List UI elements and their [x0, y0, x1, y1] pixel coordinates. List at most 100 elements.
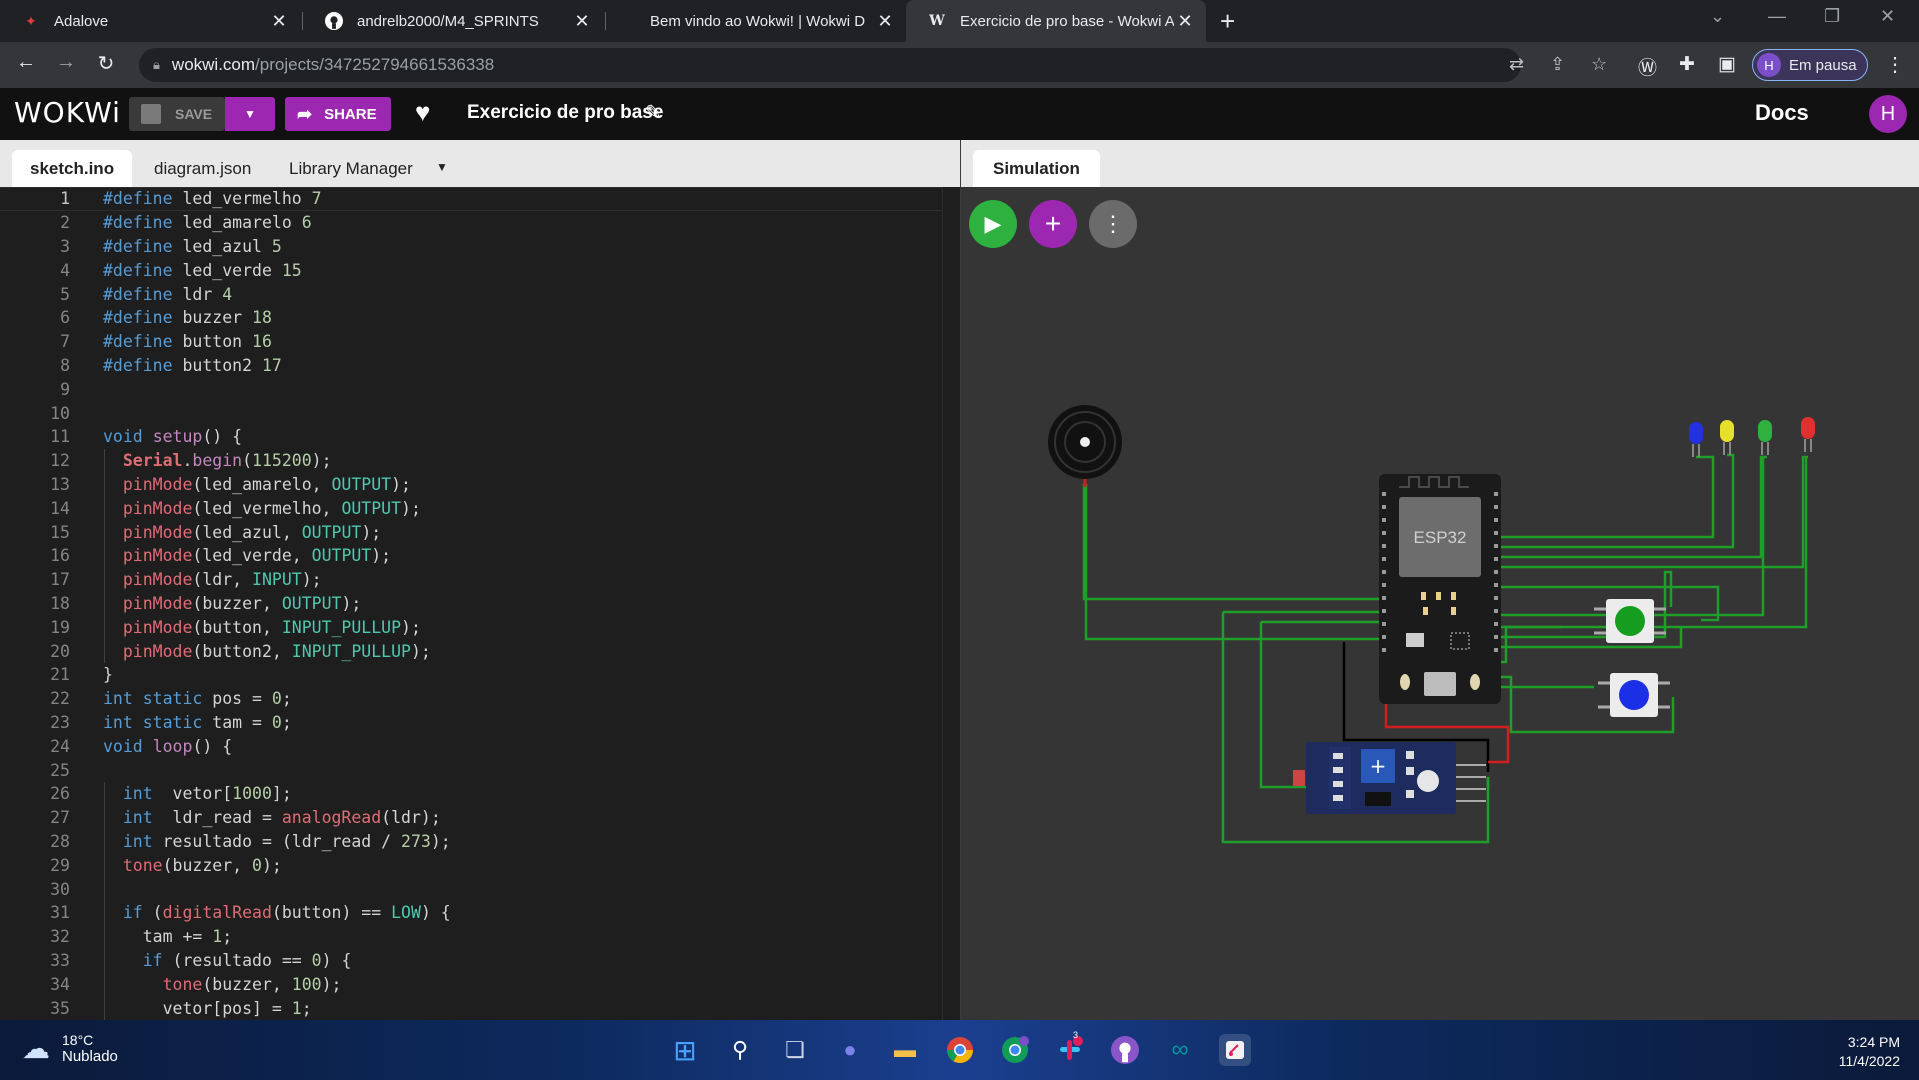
- code-text[interactable]: #define led_verde 15: [103, 261, 302, 280]
- code-text[interactable]: #define ldr 4: [103, 285, 232, 304]
- code-text[interactable]: #define buzzer 18: [103, 308, 272, 327]
- chrome-profile-icon[interactable]: [999, 1034, 1031, 1066]
- code-text[interactable]: #define led_vermelho 7: [103, 189, 322, 208]
- code-line[interactable]: 1 #define led_vermelho 7: [0, 187, 942, 211]
- browser-tab-wokwi-project[interactable]: W Exercicio de pro base - Wokwi Ar ✕: [906, 0, 1206, 42]
- arduino-icon[interactable]: ∞: [1164, 1034, 1196, 1066]
- tab-library-manager[interactable]: Library Manager: [271, 150, 431, 187]
- code-text[interactable]: pinMode(ldr, INPUT);: [103, 570, 322, 589]
- code-line[interactable]: 4 #define led_verde 15: [0, 258, 942, 282]
- teams-chat-icon[interactable]: ●: [834, 1034, 866, 1066]
- code-line[interactable]: 25: [0, 758, 942, 782]
- code-line[interactable]: 31 if (digitalRead(button) == LOW) {: [0, 901, 942, 925]
- minimize-button[interactable]: —: [1768, 6, 1786, 27]
- code-text[interactable]: int ldr_read = analogRead(ldr);: [103, 808, 441, 827]
- wokwi-extension-icon[interactable]: Ⓦ: [1638, 53, 1657, 80]
- code-line[interactable]: 26 int vetor[1000];: [0, 782, 942, 806]
- led-green[interactable]: [1758, 420, 1772, 455]
- code-text[interactable]: #define button2 17: [103, 356, 282, 375]
- search-icon[interactable]: ⚲: [724, 1034, 756, 1066]
- browser-tab-github[interactable]: andrelb2000/M4_SPRINTS ✕: [303, 0, 603, 42]
- code-text[interactable]: pinMode(led_amarelo, OUTPUT);: [103, 475, 411, 494]
- side-panel-icon[interactable]: ▣: [1718, 53, 1736, 76]
- code-line[interactable]: 12 Serial.begin(115200);: [0, 449, 942, 473]
- code-line[interactable]: 35 vetor[pos] = 1;: [0, 996, 942, 1020]
- code-line[interactable]: 22 int static pos = 0;: [0, 687, 942, 711]
- code-text[interactable]: #define led_azul 5: [103, 237, 282, 256]
- code-line[interactable]: 32 tam += 1;: [0, 925, 942, 949]
- code-line[interactable]: 3 #define led_azul 5: [0, 235, 942, 259]
- code-text[interactable]: tone(buzzer, 0);: [103, 856, 282, 875]
- esp32-board[interactable]: ESP32: [1379, 474, 1501, 704]
- code-text[interactable]: pinMode(led_verde, OUTPUT);: [103, 546, 391, 565]
- code-line[interactable]: 28 int resultado = (ldr_read / 273);: [0, 830, 942, 854]
- save-button[interactable]: SAVE: [129, 97, 225, 131]
- browser-menu-icon[interactable]: ⋮: [1885, 52, 1905, 77]
- code-line[interactable]: 15 pinMode(led_azul, OUTPUT);: [0, 520, 942, 544]
- project-title[interactable]: Exercicio de pro base: [467, 102, 663, 124]
- tab-diagram-json[interactable]: diagram.json: [136, 150, 269, 187]
- back-button[interactable]: ←: [12, 51, 40, 74]
- code-text[interactable]: pinMode(led_azul, OUTPUT);: [103, 523, 381, 542]
- slack-icon[interactable]: 3: [1054, 1030, 1086, 1066]
- code-line[interactable]: 13 pinMode(led_amarelo, OUTPUT);: [0, 473, 942, 497]
- simulation-canvas[interactable]: ▶ + ⋮ ESP32 +: [961, 187, 1919, 1020]
- code-line[interactable]: 18 pinMode(buzzer, OUTPUT);: [0, 592, 942, 616]
- tabs-dropdown-icon[interactable]: ▼: [436, 160, 448, 174]
- code-text[interactable]: tone(buzzer, 100);: [103, 975, 342, 994]
- tab-simulation[interactable]: Simulation: [973, 150, 1100, 187]
- led-blue[interactable]: [1689, 422, 1703, 457]
- translate-icon[interactable]: ⇄: [1509, 54, 1524, 75]
- reload-button[interactable]: ↻: [92, 51, 120, 76]
- heart-icon[interactable]: ♥: [415, 97, 430, 128]
- forward-button[interactable]: →: [52, 51, 80, 74]
- edit-pencil-icon[interactable]: ✎: [645, 100, 662, 125]
- tab-sketch-ino[interactable]: sketch.ino: [12, 150, 133, 187]
- address-bar[interactable]: 🔒︎ wokwi.com/projects/347252794661536338…: [139, 48, 1607, 82]
- share-button[interactable]: ➦ SHARE: [285, 97, 391, 131]
- close-icon[interactable]: ✕: [268, 11, 290, 32]
- code-text[interactable]: pinMode(button2, INPUT_PULLUP);: [103, 642, 431, 661]
- user-avatar[interactable]: H: [1869, 95, 1907, 133]
- code-text[interactable]: pinMode(button, INPUT_PULLUP);: [103, 618, 421, 637]
- code-text[interactable]: void loop() {: [103, 737, 232, 756]
- code-line[interactable]: 33 if (resultado == 0) {: [0, 949, 942, 973]
- code-text[interactable]: int resultado = (ldr_read / 273);: [103, 832, 451, 851]
- close-icon[interactable]: ✕: [874, 11, 896, 32]
- chrome-icon[interactable]: [944, 1034, 976, 1066]
- star-icon[interactable]: ☆: [1591, 54, 1607, 75]
- code-text[interactable]: tam += 1;: [103, 927, 232, 946]
- snipping-tool-icon[interactable]: [1219, 1034, 1251, 1066]
- buzzer[interactable]: [1048, 405, 1122, 479]
- code-text[interactable]: pinMode(led_vermelho, OUTPUT);: [103, 499, 421, 518]
- url-text[interactable]: wokwi.com/projects/347252794661536338: [172, 55, 494, 75]
- code-line[interactable]: 19 pinMode(button, INPUT_PULLUP);: [0, 615, 942, 639]
- code-line[interactable]: 8 #define button2 17: [0, 354, 942, 378]
- wokwi-logo[interactable]: WOKWi: [14, 96, 121, 129]
- extensions-icon[interactable]: ✚: [1679, 53, 1695, 76]
- code-text[interactable]: vetor[pos] = 1;: [103, 999, 312, 1018]
- github-desktop-icon[interactable]: [1109, 1034, 1141, 1066]
- code-editor[interactable]: 1 #define led_vermelho 7 2 #define led_amar…: [0, 187, 960, 1020]
- code-text[interactable]: pinMode(buzzer, OUTPUT);: [103, 594, 361, 613]
- code-text[interactable]: int static pos = 0;: [103, 689, 292, 708]
- profile-button[interactable]: H Em pausa: [1752, 49, 1868, 81]
- code-line[interactable]: 7 #define button 16: [0, 330, 942, 354]
- code-text[interactable]: }: [103, 665, 113, 684]
- restore-button[interactable]: ❐: [1824, 6, 1840, 27]
- code-text[interactable]: int static tam = 0;: [103, 713, 292, 732]
- share-icon[interactable]: ⇪: [1550, 54, 1565, 75]
- system-clock[interactable]: 3:24 PM 11/4/2022: [1808, 1033, 1900, 1071]
- windows-start-icon[interactable]: ⊞: [669, 1034, 701, 1066]
- pushbutton-blue[interactable]: [1598, 673, 1670, 717]
- browser-tab-wokwi-welcome[interactable]: Bem vindo ao Wokwi! | Wokwi D ✕: [606, 0, 906, 42]
- code-line[interactable]: 27 int ldr_read = analogRead(ldr);: [0, 806, 942, 830]
- code-text[interactable]: #define button 16: [103, 332, 272, 351]
- new-tab-button[interactable]: +: [1220, 6, 1235, 37]
- code-line[interactable]: 10: [0, 401, 942, 425]
- code-line[interactable]: 9: [0, 377, 942, 401]
- window-close-button[interactable]: ✕: [1880, 6, 1895, 27]
- code-line[interactable]: 17 pinMode(ldr, INPUT);: [0, 568, 942, 592]
- code-line[interactable]: 5 #define ldr 4: [0, 282, 942, 306]
- editor-scrollbar[interactable]: [942, 187, 960, 1020]
